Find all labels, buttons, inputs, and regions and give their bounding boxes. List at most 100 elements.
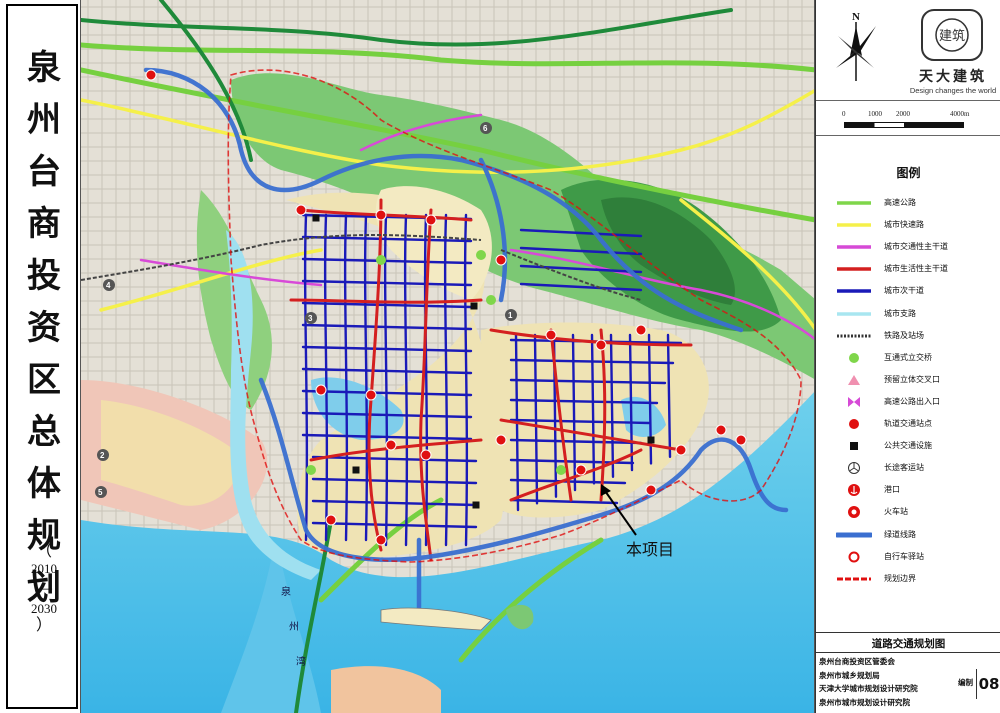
title-char: 台 [27,152,61,192]
legend-label: 绿道线路 [884,529,916,539]
boundary-icon [837,577,871,581]
route-number: 4 [106,281,111,290]
rail-station-marker [635,324,647,336]
title-block: 道路交通规划图 泉州台商投资区管委会 泉州市城乡规划局 天津大学城市规划设计研究… [816,632,1000,713]
organizations: 泉州台商投资区管委会 泉州市城乡规划局 天津大学城市规划设计研究院 泉州市城市规… [819,655,954,709]
line-icon [837,223,871,227]
title-char: 投 [27,256,61,296]
interchange-marker [306,465,316,475]
rail-station-marker [545,329,557,341]
legend-item: 高速公路 [836,196,1000,210]
bus-facility-marker [352,466,360,474]
legend-item: 城市生活性主干道 [836,262,1000,276]
route-number: 3 [308,314,313,323]
legend-item: 城市快速路 [836,218,1000,232]
route-shield: 3 [305,312,317,324]
route-shield: 5 [95,486,107,498]
route-shield: 2 [97,449,109,461]
legend-item: 铁路及站场 [836,329,1000,343]
rail-station-marker [495,434,507,446]
compass: N [826,6,886,86]
logo-seal-icon: 建筑 [921,9,983,61]
legend-label: 城市支路 [884,308,916,318]
legend-label: 长途客运站 [884,463,924,473]
line-icon [837,201,871,205]
legend-label: 城市次干道 [884,286,924,296]
legend-title: 图例 [896,166,921,180]
rail-station-marker [375,209,387,221]
logo-slogan: Design changes the world [909,86,997,95]
line-icon [837,311,871,316]
route-number: 5 [98,488,103,497]
legend-label: 互通式立交桥 [884,352,932,362]
organization: 天津大学城市规划设计研究院 [819,684,918,693]
sea-label: 泉 [281,585,291,598]
legend-label: 预留立体交叉口 [884,374,940,384]
railway-icon [837,334,871,338]
route-shield: 4 [103,279,115,291]
title-char: 总 [27,412,61,452]
bowtie-icon [848,396,860,407]
legend-item: 港口 [836,483,1000,497]
legend-item: 预留立体交叉口 [836,373,1000,387]
interchange-marker [556,465,566,475]
rail-station-marker [645,484,657,496]
ring-icon [848,551,860,563]
rail-station-marker [385,439,397,451]
bus-facility-marker [472,501,480,509]
period-start-year: 2010 [31,561,57,576]
route-number: 1 [508,311,513,320]
port-icon [848,484,860,497]
side-panel: N 建筑 天大建筑 Design changes the world 0 100… [815,0,1000,713]
rail-station-marker [315,384,327,396]
bus-facility-marker [470,302,478,310]
rail-station-marker [425,214,437,226]
drawing-title: 道路交通规划图 [816,635,1000,653]
drawing-number: 08 [976,669,1000,699]
triangle-icon [848,374,860,385]
greenway-icon [836,532,872,537]
legend-label: 城市快速路 [884,220,924,230]
organization: 泉州市城市规划设计研究院 [819,697,911,707]
route-shield: 1 [505,309,517,321]
period-open: （ [35,543,52,560]
rail-station-marker [295,204,307,216]
legend-label: 城市生活性主干道 [884,264,948,274]
route-number: 6 [483,124,488,133]
legend-label: 高速公路出入口 [884,396,940,406]
logo: 建筑 天大建筑 Design changes the world [908,4,998,96]
scale-label: 1000 [868,110,882,118]
north-arrow-icon: N [836,11,876,81]
circle-icon [849,352,859,363]
legend-label: 高速公路 [884,198,916,207]
interchange-marker [376,255,386,265]
title-char: 体 [27,464,61,504]
legend-item: 互通式立交桥 [836,351,1000,365]
scale-label: 4000m [950,110,970,118]
interchange-marker [476,250,486,260]
legend-item: 轨道交通站点 [836,417,1000,431]
rail-station-marker [145,69,157,81]
bus-facility-marker [647,436,655,444]
legend-item: 城市次干道 [836,284,1000,298]
title-char: 区 [27,360,61,400]
logo-name: 天大建筑 [919,69,987,85]
legend-label: 轨道交通站点 [884,419,932,428]
plan-period: （ 2010 — 2030 ） [8,543,80,634]
legend-item: 火车站 [836,505,1000,519]
legend-item: 规划边界 [836,572,1000,586]
scale-bar: 0 1000 2000 4000m [836,110,996,132]
period-close: ） [35,617,52,634]
rail-station-marker [575,464,587,476]
rail-station-marker [735,434,747,446]
mercedes-icon [848,462,860,475]
road-traffic-map[interactable]: 本项目 泉 州 湾 4 2 5 6 1 3 [80,0,815,713]
number-label: 编制 [958,678,973,687]
title-char: 资 [27,308,61,348]
divider [816,135,1000,136]
legend-label: 自行车驿站 [884,551,924,561]
title-char: 商 [27,204,61,244]
title-char: 州 [27,100,61,140]
rail-station-marker [375,534,387,546]
rail-station-marker [715,424,727,436]
